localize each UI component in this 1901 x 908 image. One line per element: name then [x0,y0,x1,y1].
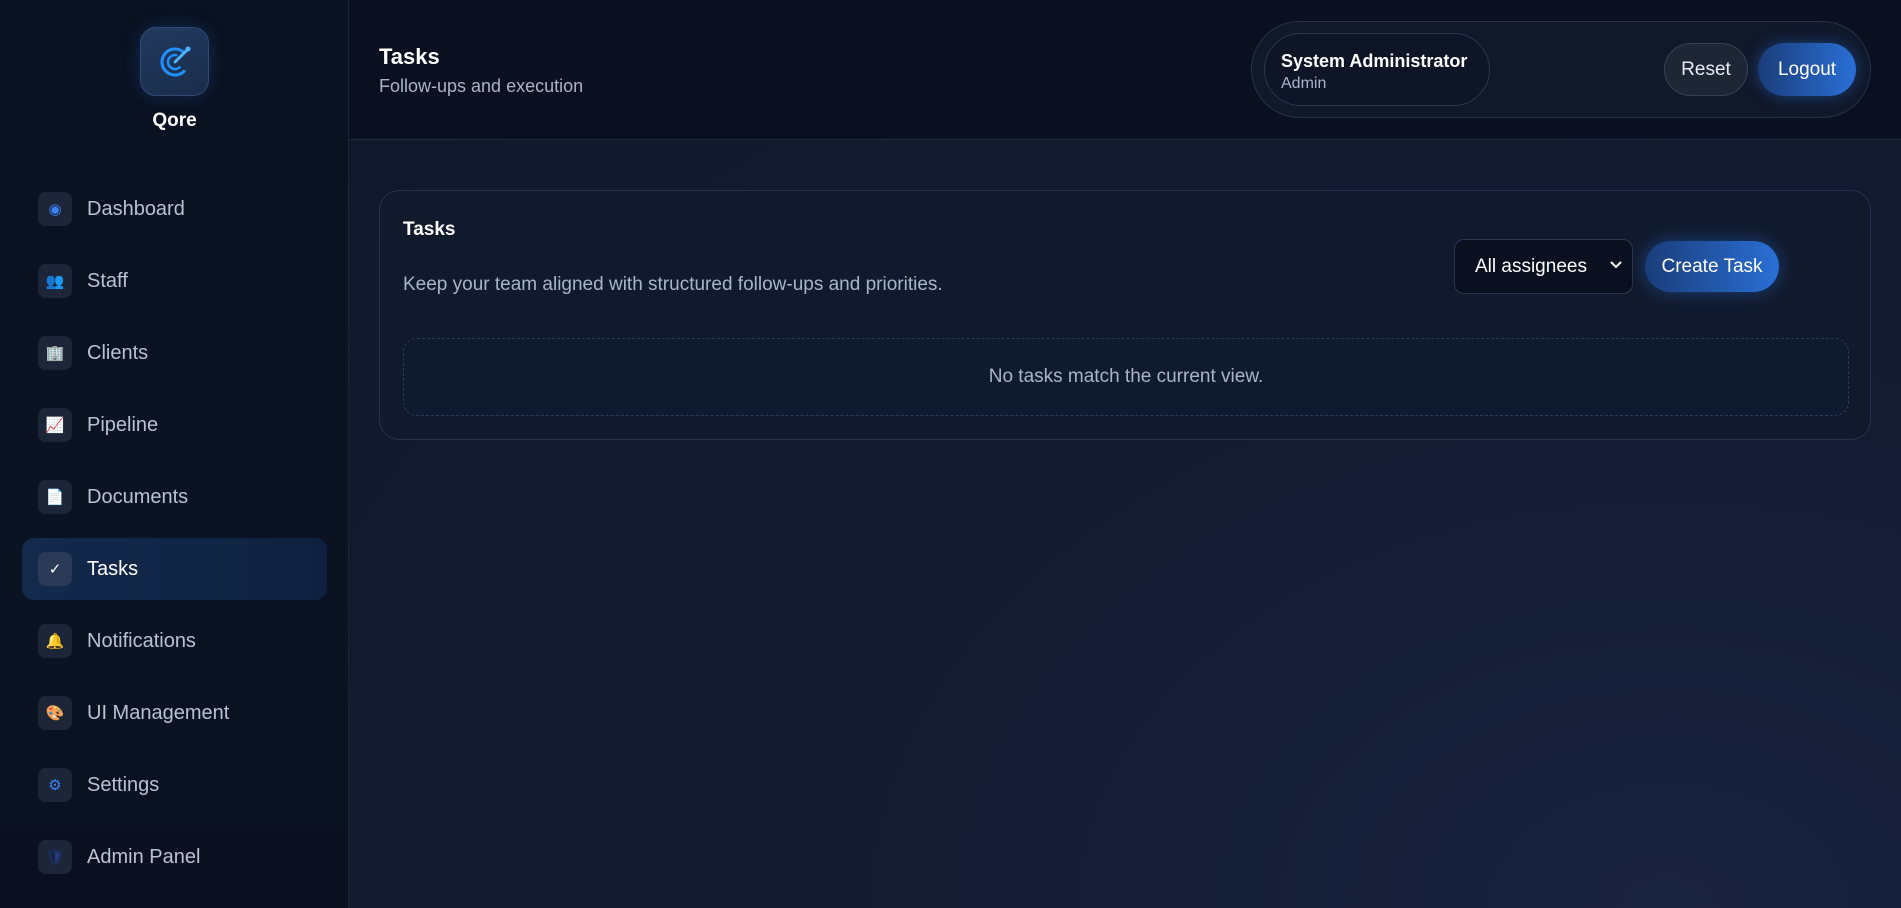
assignee-filter-value: All assignees [1475,255,1587,277]
shield-icon: 🛡 [38,840,72,874]
sidebar-item-label: Clients [87,341,149,364]
sidebar-item-label: Tasks [87,557,139,580]
check-icon: ✓ [38,552,72,586]
sidebar-item-ui-management[interactable]: 🎨 UI Management [22,682,327,744]
sidebar-item-label: Staff [87,269,128,292]
chevron-down-icon [1610,258,1622,273]
compass-icon[interactable] [140,27,209,96]
sidebar-item-pipeline[interactable]: 📈 Pipeline [22,394,327,456]
clients-icon: 🏢 [38,336,72,370]
card-description: Keep your team aligned with structured f… [403,274,943,295]
reset-button[interactable]: Reset [1664,43,1748,96]
gear-icon: ⚙ [38,768,72,802]
sidebar-item-label: Documents [87,485,189,508]
topbar: Tasks Follow-ups and execution System Ad… [349,0,1901,140]
sidebar-item-admin-panel[interactable]: 🛡 Admin Panel [22,826,327,888]
main-content: Tasks Follow-ups and execution System Ad… [349,0,1901,908]
pipeline-icon: 📈 [38,408,72,442]
user-name: System Administrator [1281,51,1468,71]
sidebar-item-label: Notifications [87,629,196,652]
empty-state-message: No tasks match the current view. [403,338,1849,416]
staff-icon: 👥 [38,264,72,298]
create-task-button[interactable]: Create Task [1645,241,1779,292]
user-area: System Administrator Admin Reset Logout [1251,21,1871,118]
sidebar-item-label: Pipeline [87,413,159,436]
logout-button[interactable]: Logout [1758,43,1856,96]
palette-icon: 🎨 [38,696,72,730]
sidebar-item-clients[interactable]: 🏢 Clients [22,322,327,384]
page-subtitle: Follow-ups and execution [379,76,584,96]
brand-name: Qore [152,110,197,131]
sidebar-item-notifications[interactable]: 🔔 Notifications [22,610,327,672]
tasks-card: Tasks Keep your team aligned with struct… [379,190,1871,440]
documents-icon: 📄 [38,480,72,514]
brand: Qore [0,0,349,140]
bell-icon: 🔔 [38,624,72,658]
sidebar-item-staff[interactable]: 👥 Staff [22,250,327,312]
sidebar-item-documents[interactable]: 📄 Documents [22,466,327,528]
page-title: Tasks [379,44,440,69]
sidebar: Qore ◉ Dashboard 👥 Staff 🏢 Clients 📈 Pipeline 📄 D… [0,0,349,908]
sidebar-item-tasks[interactable]: ✓ Tasks [22,538,327,600]
sidebar-item-label: Dashboard [87,197,185,220]
card-title: Tasks [403,219,456,240]
assignee-filter-select[interactable]: All assignees [1454,239,1633,294]
user-role: Admin [1281,75,1327,92]
sidebar-item-dashboard[interactable]: ◉ Dashboard [22,178,327,240]
sidebar-item-label: Settings [87,773,160,796]
sidebar-item-settings[interactable]: ⚙ Settings [22,754,327,816]
dashboard-icon: ◉ [38,192,72,226]
sidebar-nav: ◉ Dashboard 👥 Staff 🏢 Clients 📈 Pipeline 📄 Docume… [22,178,327,898]
user-profile-pill[interactable]: System Administrator Admin [1264,33,1490,106]
sidebar-item-label: Admin Panel [87,845,201,868]
app-root: Qore ◉ Dashboard 👥 Staff 🏢 Clients 📈 Pipeline 📄 D… [0,0,1901,908]
sidebar-item-label: UI Management [87,701,230,724]
